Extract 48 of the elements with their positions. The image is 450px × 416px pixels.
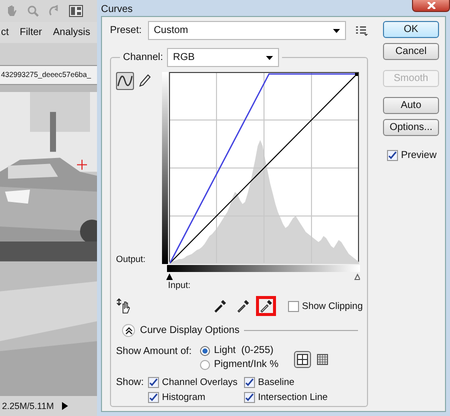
show-option-checkbox[interactable]: Intersection Line <box>244 392 328 403</box>
amount-radio[interactable]: Pigment/Ink % <box>200 359 278 370</box>
eyedropper-icon <box>236 299 250 313</box>
document-size: 2.25M/5.11M <box>2 401 54 412</box>
preset-label: Preset: <box>110 25 142 36</box>
preset-menu-icon[interactable] <box>356 26 368 36</box>
menu-item[interactable]: Filter <box>20 26 42 38</box>
eyedropper-icon <box>213 299 227 313</box>
layout-icon[interactable] <box>69 4 83 17</box>
input-label: Input: <box>168 280 192 290</box>
show-option-checkbox[interactable]: Baseline <box>244 377 328 388</box>
menu-item[interactable]: Analysis <box>53 26 90 38</box>
dialog-button[interactable]: Options... <box>383 119 439 136</box>
close-button[interactable] <box>412 0 450 12</box>
dropdown-arrow-icon <box>333 28 340 32</box>
checkmark-icon <box>388 151 397 160</box>
channel-label: Channel: <box>123 52 164 63</box>
menu-item[interactable]: ct <box>1 26 9 38</box>
grid-icon <box>297 354 308 365</box>
play-icon[interactable] <box>62 402 68 410</box>
curve-icon <box>117 74 133 88</box>
expand-toggle[interactable] <box>122 324 135 337</box>
dialog-button[interactable]: Cancel <box>383 43 439 60</box>
show-option-checkbox[interactable]: Histogram <box>148 392 242 403</box>
curve-tool-button[interactable] <box>116 72 134 90</box>
close-icon <box>426 2 436 9</box>
show-option-checkbox[interactable]: Channel Overlays <box>148 377 242 388</box>
dialog-button[interactable]: Auto <box>383 97 439 114</box>
chevron-icon <box>124 326 132 334</box>
hand-adjust-icon[interactable] <box>116 298 132 314</box>
amount-radio[interactable]: Light (0-255) <box>200 345 278 356</box>
dialog-button[interactable]: OK <box>383 21 439 38</box>
show-label: Show: <box>116 377 145 388</box>
grid-icon <box>317 354 328 365</box>
section-title: Curve Display Options <box>140 325 240 336</box>
eyedropper-button[interactable] <box>256 296 276 316</box>
channel-dropdown[interactable]: RGB <box>167 48 280 67</box>
dropdown-arrow-icon <box>266 56 274 60</box>
preset-dropdown[interactable]: Custom <box>148 21 346 40</box>
show-clipping-checkbox[interactable]: Show Clipping <box>288 300 363 312</box>
window-title: Curves <box>101 3 133 15</box>
input-slider[interactable] <box>354 273 360 280</box>
preview-checkbox[interactable]: Preview <box>387 150 437 161</box>
grid-toggle-button[interactable] <box>294 351 312 368</box>
show-amount-label: Show Amount of: <box>116 345 193 357</box>
output-label: Output: <box>116 254 147 264</box>
eyedropper-icon <box>259 299 273 313</box>
pencil-icon <box>139 74 151 88</box>
